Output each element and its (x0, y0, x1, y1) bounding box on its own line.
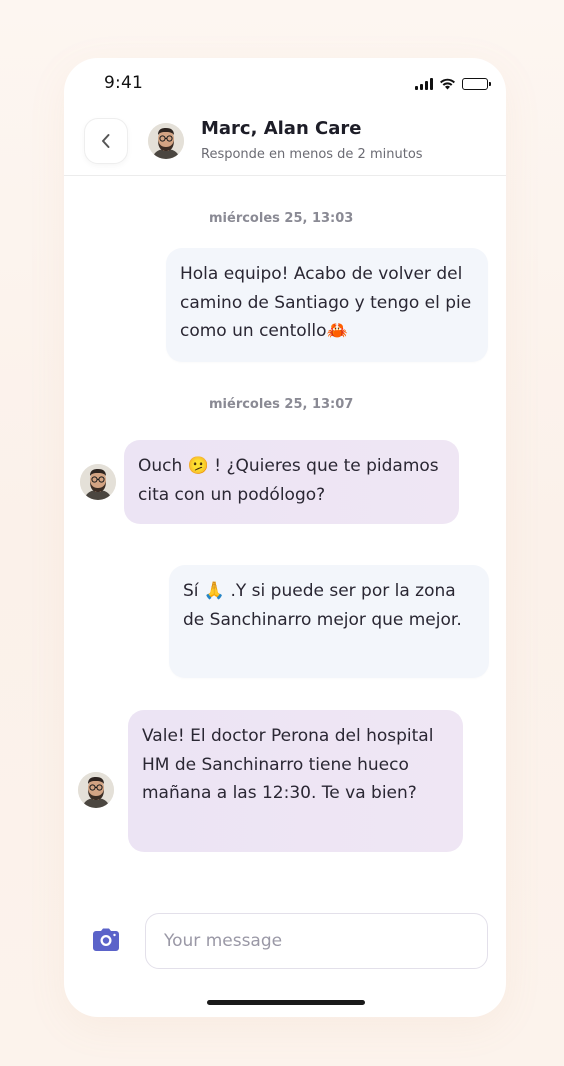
incoming-message[interactable]: Ouch 🫤 ! ¿Quieres que te pidamos cita co… (124, 440, 459, 524)
message-input[interactable] (145, 913, 488, 969)
sender-avatar (80, 464, 116, 500)
status-icons (415, 77, 491, 90)
phone-frame: 9:41 Marc, Alan Care Responde en menos d… (64, 58, 506, 1017)
response-time-subtitle: Responde en menos de 2 minutos (201, 147, 423, 162)
status-bar: 9:41 (64, 58, 506, 108)
cellular-signal-icon (415, 77, 433, 90)
date-separator: miércoles 25, 13:03 (209, 211, 354, 226)
sender-avatar (78, 772, 114, 808)
home-indicator (207, 1000, 365, 1005)
camera-icon[interactable] (90, 924, 122, 956)
chevron-left-icon (102, 134, 110, 148)
date-separator: miércoles 25, 13:07 (209, 397, 354, 412)
status-time: 9:41 (104, 73, 143, 93)
battery-icon (462, 77, 491, 90)
wifi-icon (440, 78, 455, 90)
outgoing-message[interactable]: Sí 🙏 .Y si puede ser por la zona de Sanc… (169, 565, 489, 678)
contact-name: Marc, Alan Care (201, 118, 362, 139)
back-button[interactable] (84, 118, 128, 164)
outgoing-message[interactable]: Hola equipo! Acabo de volver del camino … (166, 248, 488, 362)
contact-avatar[interactable] (148, 123, 184, 159)
incoming-message[interactable]: Vale! El doctor Perona del hospital HM d… (128, 710, 463, 852)
chat-header: Marc, Alan Care Responde en menos de 2 m… (64, 116, 506, 176)
